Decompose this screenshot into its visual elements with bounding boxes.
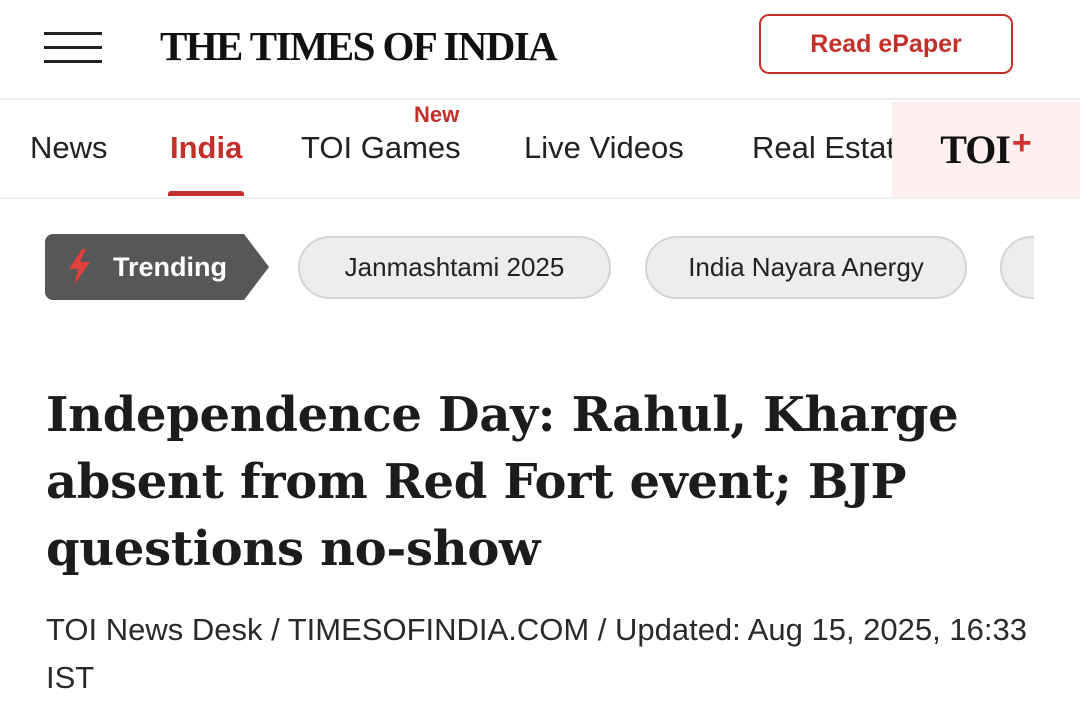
trending-label: Trending [113, 251, 227, 282]
menu-line [44, 60, 102, 63]
article-byline: TOI News Desk / TIMESOFINDIA.COM / Updat… [46, 612, 1027, 695]
trending-bar: Trending Janmashtami 2025 India Nayara A… [0, 234, 1080, 302]
section-nav: News India New TOI Games Live Videos Rea… [0, 102, 1080, 199]
nav-item-india[interactable]: India [170, 130, 242, 166]
article-headline: Independence Day: Rahul, Kharge absent f… [46, 387, 959, 577]
trending-badge: Trending [45, 234, 269, 300]
trending-chip[interactable]: Janmashtami 2025 [298, 236, 611, 299]
chip-overflow-mask [1034, 234, 1080, 302]
nav-item-real-estate[interactable]: Real Estate [752, 130, 912, 166]
hamburger-menu-icon[interactable] [44, 30, 102, 66]
plus-icon: + [1011, 124, 1032, 162]
menu-line [44, 46, 102, 49]
nav-item-live-videos[interactable]: Live Videos [524, 130, 684, 166]
menu-line [44, 32, 102, 35]
toi-plus-logo-text: TOI [940, 127, 1011, 172]
site-logo[interactable]: THE TIMES OF INDIA [160, 22, 558, 70]
site-header: THE TIMES OF INDIA Read ePaper [0, 0, 1080, 100]
trending-chip[interactable]: India Nayara Anergy [645, 236, 967, 299]
read-epaper-button[interactable]: Read ePaper [759, 14, 1013, 74]
nav-item-news[interactable]: News [30, 130, 108, 166]
lightning-bolt-icon [69, 249, 90, 285]
toi-plus-button[interactable]: TOI + [892, 102, 1080, 197]
active-tab-indicator [168, 191, 244, 196]
new-badge: New [414, 102, 460, 127]
nav-item-toi-games[interactable]: TOI Games [301, 130, 461, 166]
